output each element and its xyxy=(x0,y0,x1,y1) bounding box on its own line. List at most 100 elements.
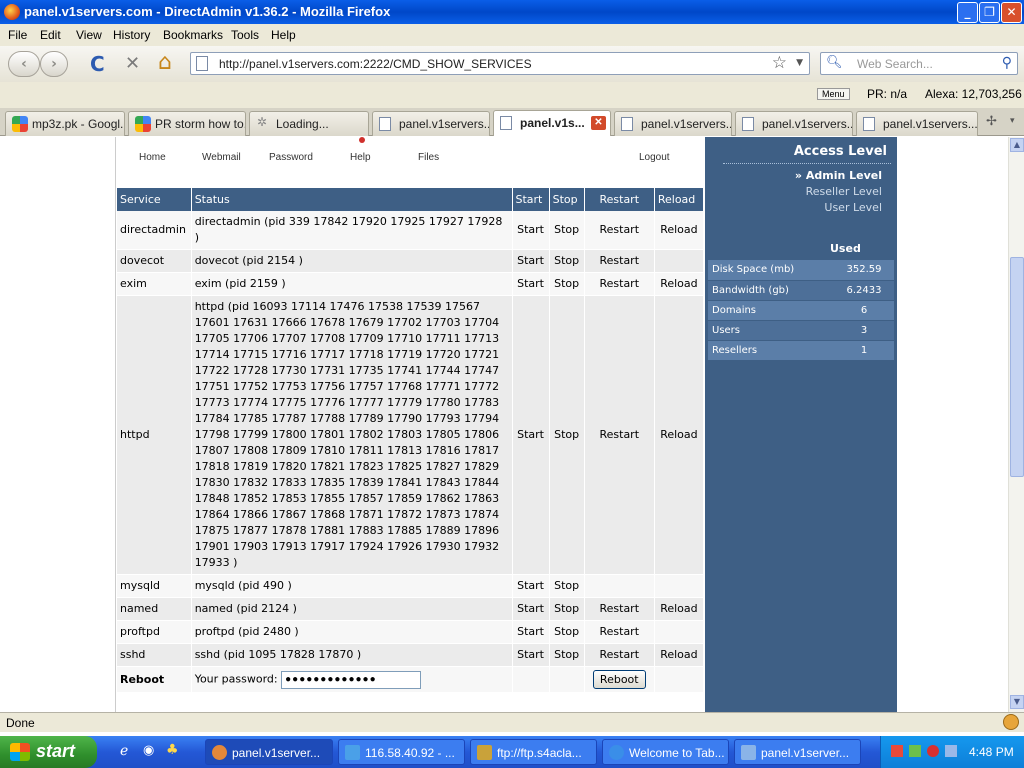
page-icon xyxy=(742,117,754,131)
ie-quicklaunch-icon[interactable]: ℯ xyxy=(120,743,128,759)
dropdown-arrow-icon[interactable]: ▼ xyxy=(796,58,803,68)
vertical-scrollbar[interactable]: ▲ ▼ xyxy=(1008,137,1024,712)
logout-link[interactable]: Logout xyxy=(639,152,670,163)
home-link[interactable]: Home xyxy=(139,152,166,163)
stop-link[interactable]: Stop xyxy=(549,643,585,667)
putty-icon xyxy=(345,745,360,760)
stop-link[interactable]: Stop xyxy=(549,249,585,273)
reload-link[interactable]: Reload xyxy=(654,272,705,296)
help-link[interactable]: Help xyxy=(350,152,371,163)
menu-edit[interactable]: Edit xyxy=(40,28,61,42)
admin-level-link[interactable]: » Admin Level xyxy=(795,169,882,182)
search-go-icon[interactable]: ⚲ xyxy=(1002,55,1012,71)
tab-loading[interactable]: ✲ Loading... xyxy=(249,111,369,136)
messenger-quicklaunch-icon[interactable]: ♣ xyxy=(166,742,179,758)
search-engine-icon[interactable]: 🔍︎ xyxy=(826,55,843,70)
start-link[interactable]: Start xyxy=(512,620,550,644)
reload-link[interactable]: Reload xyxy=(654,597,705,621)
scroll-up-icon[interactable]: ▲ xyxy=(1010,138,1024,152)
tab-list-arrow-icon[interactable]: ▾ xyxy=(1010,116,1015,126)
menu-tools[interactable]: Tools xyxy=(231,28,259,42)
tab-panel-5[interactable]: panel.v1servers... xyxy=(856,111,978,136)
user-level-link[interactable]: User Level xyxy=(824,201,882,214)
task-ip[interactable]: 116.58.40.92 - ... xyxy=(338,739,465,765)
start-link[interactable]: Start xyxy=(512,249,550,273)
restart-link[interactable]: Restart xyxy=(584,620,655,644)
scroll-down-icon[interactable]: ▼ xyxy=(1010,695,1024,709)
start-link[interactable]: Start xyxy=(512,597,550,621)
stop-link[interactable]: Stop xyxy=(549,295,585,575)
stop-icon[interactable]: ✕ xyxy=(125,53,140,74)
bookmark-star-icon[interactable]: ☆ xyxy=(772,53,787,73)
page-icon xyxy=(621,117,633,131)
webmail-link[interactable]: Webmail xyxy=(202,152,241,163)
password-field[interactable] xyxy=(281,670,422,689)
search-placeholder[interactable]: Web Search... xyxy=(857,57,933,71)
reload-link[interactable]: Reload xyxy=(654,295,705,575)
tray-icon[interactable] xyxy=(891,745,903,757)
reboot-button[interactable]: Reboot xyxy=(592,670,646,689)
close-button[interactable]: ✕ xyxy=(1001,2,1022,23)
task-ftp[interactable]: ftp://ftp.s4acla... xyxy=(470,739,597,765)
search-box[interactable]: 🔍︎ Web Search... ⚲ xyxy=(820,52,1018,75)
restart-link[interactable]: Restart xyxy=(584,597,655,621)
addon-monkey-icon[interactable] xyxy=(1003,714,1019,730)
reseller-level-link[interactable]: Reseller Level xyxy=(806,185,882,198)
display-icon[interactable] xyxy=(945,745,957,757)
tab-panel-3[interactable]: panel.v1servers... xyxy=(614,111,732,136)
stop-link[interactable]: Stop xyxy=(549,597,585,621)
page-icon xyxy=(500,116,512,130)
tab-pr-storm[interactable]: PR storm how to... xyxy=(128,111,246,136)
start-link[interactable]: Start xyxy=(512,574,550,598)
scroll-thumb[interactable] xyxy=(1010,257,1024,477)
access-level-panel: Access Level » Admin Level Reseller Leve… xyxy=(705,137,897,712)
security-shield-icon[interactable] xyxy=(927,745,939,757)
service-name: dovecot xyxy=(117,249,192,273)
tab-close-icon[interactable]: ✕ xyxy=(591,116,606,130)
network-icon[interactable] xyxy=(909,745,921,757)
restart-link[interactable]: Restart xyxy=(584,272,655,296)
start-link[interactable]: Start xyxy=(512,211,550,250)
start-link[interactable]: Start xyxy=(512,643,550,667)
menu-file[interactable]: File xyxy=(8,28,27,42)
restart-link[interactable]: Restart xyxy=(584,211,655,250)
minimize-button[interactable]: _ xyxy=(957,2,978,23)
start-button[interactable]: start xyxy=(0,736,97,768)
tab-panel-active[interactable]: panel.v1s... ✕ xyxy=(493,110,611,136)
address-bar[interactable]: http://panel.v1servers.com:2222/CMD_SHOW… xyxy=(190,52,810,75)
start-link[interactable]: Start xyxy=(512,272,550,296)
start-link[interactable]: Start xyxy=(512,295,550,575)
task-panel[interactable]: panel.v1server... xyxy=(734,739,861,765)
files-link[interactable]: Files xyxy=(418,152,439,163)
maximize-button[interactable]: ❐ xyxy=(979,2,1000,23)
help-icon[interactable] xyxy=(359,137,365,143)
stop-link[interactable]: Stop xyxy=(549,272,585,296)
stop-link[interactable]: Stop xyxy=(549,211,585,250)
url-text[interactable]: http://panel.v1servers.com:2222/CMD_SHOW… xyxy=(219,57,532,71)
menu-history[interactable]: History xyxy=(113,28,150,42)
task-firefox[interactable]: panel.v1server... xyxy=(205,739,333,765)
task-ie[interactable]: Welcome to Tab... xyxy=(602,739,729,765)
stop-link[interactable]: Stop xyxy=(549,620,585,644)
tab-mp3z[interactable]: mp3z.pk - Googl... xyxy=(5,111,125,136)
stop-link[interactable]: Stop xyxy=(549,574,585,598)
restart-link[interactable]: Restart xyxy=(584,295,655,575)
reload-link[interactable]: Reload xyxy=(654,643,705,667)
tab-scroll-icon[interactable]: ✢ xyxy=(986,114,997,129)
home-icon[interactable]: ⌂ xyxy=(158,50,172,75)
back-button[interactable]: ‹ xyxy=(8,51,40,77)
password-link[interactable]: Password xyxy=(269,152,313,163)
column-header: Restart xyxy=(584,188,655,211)
restart-link[interactable]: Restart xyxy=(584,643,655,667)
tab-panel-1[interactable]: panel.v1servers... xyxy=(372,111,490,136)
menu-bookmarks[interactable]: Bookmarks xyxy=(163,28,223,42)
quicklaunch-icon[interactable]: ◉ xyxy=(143,743,154,758)
tab-panel-4[interactable]: panel.v1servers... xyxy=(735,111,853,136)
restart-link[interactable]: Restart xyxy=(584,249,655,273)
seo-menu-button[interactable]: Menu xyxy=(817,88,850,100)
forward-button[interactable]: › xyxy=(40,51,68,77)
menu-help[interactable]: Help xyxy=(271,28,296,42)
reload-link[interactable]: Reload xyxy=(654,211,705,250)
reload-icon[interactable]: C xyxy=(90,52,105,76)
menu-view[interactable]: View xyxy=(76,28,102,42)
